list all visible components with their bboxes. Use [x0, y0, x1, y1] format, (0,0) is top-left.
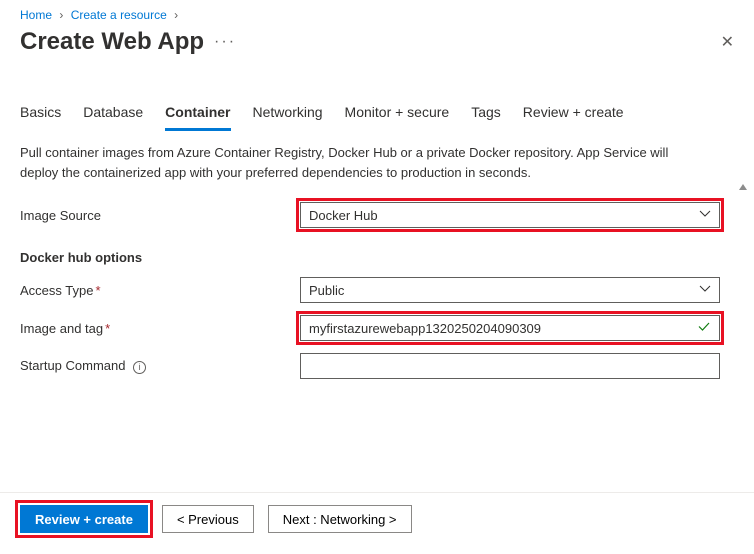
- close-icon[interactable]: ✕: [721, 32, 734, 52]
- input-image-and-tag-value: myfirstazurewebapp1320250204090309: [309, 321, 541, 336]
- tab-basics[interactable]: Basics: [20, 98, 61, 131]
- chevron-down-icon: [699, 208, 711, 223]
- label-image-source: Image Source: [20, 208, 300, 223]
- row-image-source: Image Source Docker Hub: [20, 202, 734, 228]
- row-image-and-tag: Image and tag* myfirstazurewebapp1320250…: [20, 315, 734, 341]
- section-docker-hub-options: Docker hub options: [20, 250, 734, 265]
- tab-review-create[interactable]: Review + create: [523, 98, 624, 131]
- tab-database[interactable]: Database: [83, 98, 143, 131]
- tab-bar: Basics Database Container Networking Mon…: [20, 74, 734, 131]
- tab-container[interactable]: Container: [165, 98, 230, 131]
- select-access-type[interactable]: Public: [300, 277, 720, 303]
- tab-networking[interactable]: Networking: [253, 98, 323, 131]
- select-image-source-value: Docker Hub: [309, 208, 378, 223]
- wizard-footer: Review + create < Previous Next : Networ…: [0, 492, 754, 549]
- page-header: Create Web App ··· ✕: [0, 26, 754, 74]
- previous-button[interactable]: < Previous: [162, 505, 254, 533]
- info-icon[interactable]: i: [133, 361, 146, 374]
- label-access-type: Access Type*: [20, 283, 300, 298]
- chevron-down-icon: [699, 283, 711, 298]
- required-indicator: *: [95, 283, 100, 298]
- more-icon[interactable]: ···: [214, 33, 236, 51]
- chevron-right-icon: ›: [174, 8, 178, 22]
- checkmark-icon: [697, 320, 711, 337]
- breadcrumb: Home › Create a resource ›: [0, 0, 754, 26]
- label-image-and-tag: Image and tag*: [20, 321, 300, 336]
- page-title: Create Web App: [20, 28, 204, 56]
- breadcrumb-create-resource[interactable]: Create a resource: [71, 8, 167, 22]
- row-access-type: Access Type* Public: [20, 277, 734, 303]
- scroll-up-icon[interactable]: [739, 184, 747, 190]
- next-button[interactable]: Next : Networking >: [268, 505, 412, 533]
- tab-monitor-secure[interactable]: Monitor + secure: [345, 98, 450, 131]
- select-image-source[interactable]: Docker Hub: [300, 202, 720, 228]
- select-access-type-value: Public: [309, 283, 344, 298]
- tab-description: Pull container images from Azure Contain…: [20, 143, 734, 182]
- breadcrumb-home[interactable]: Home: [20, 8, 52, 22]
- tab-tags[interactable]: Tags: [471, 98, 501, 131]
- row-startup-command: Startup Command i: [20, 353, 734, 379]
- chevron-right-icon: ›: [59, 8, 63, 22]
- input-startup-command[interactable]: [300, 353, 720, 379]
- input-image-and-tag[interactable]: myfirstazurewebapp1320250204090309: [300, 315, 720, 341]
- review-create-button[interactable]: Review + create: [20, 505, 148, 533]
- label-startup-command: Startup Command i: [20, 358, 300, 373]
- required-indicator: *: [105, 321, 110, 336]
